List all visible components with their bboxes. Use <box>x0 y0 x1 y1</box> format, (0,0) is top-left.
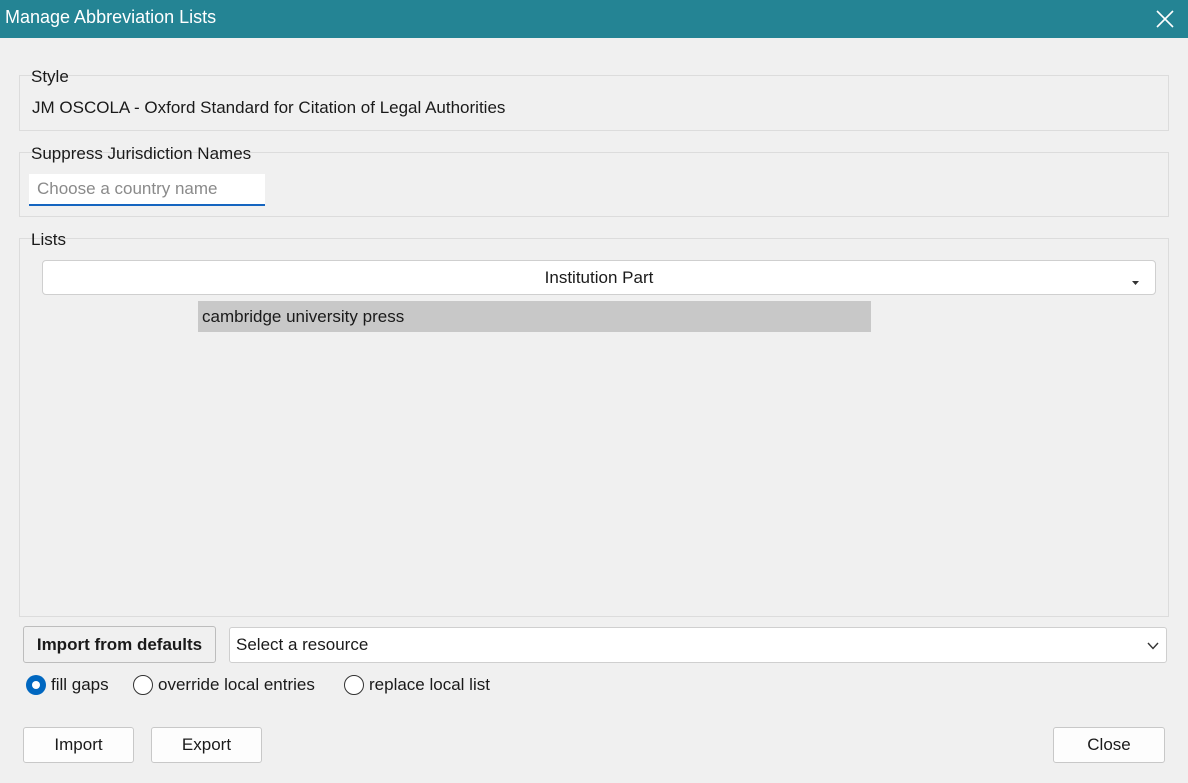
style-name: JM OSCOLA - Oxford Standard for Citation… <box>32 98 506 117</box>
radio-label: replace local list <box>369 675 490 694</box>
import-from-defaults-button[interactable]: Import from defaults <box>23 626 216 663</box>
radio-unchecked-icon <box>344 675 364 695</box>
list-type-value: Institution Part <box>544 267 654 287</box>
radio-label: override local entries <box>158 675 315 694</box>
dropdown-caret-icon <box>1131 271 1140 291</box>
chevron-down-icon <box>1146 638 1160 658</box>
radio-unchecked-icon <box>133 675 153 695</box>
jurisdiction-group-label: Suppress Jurisdiction Names <box>31 144 252 163</box>
radio-override-local-entries[interactable]: override local entries <box>133 674 315 696</box>
radio-label: fill gaps <box>51 675 109 694</box>
lists-group-label: Lists <box>31 230 66 249</box>
radio-checked-icon <box>26 675 46 695</box>
radio-fill-gaps[interactable]: fill gaps <box>26 674 109 696</box>
list-entry[interactable]: cambridge university press <box>198 301 871 332</box>
title-bar: Manage Abbreviation Lists <box>0 0 1188 38</box>
resource-select[interactable]: Select a resource <box>229 627 1167 663</box>
radio-replace-local-list[interactable]: replace local list <box>344 674 490 696</box>
style-group-label: Style <box>31 67 69 86</box>
list-type-dropdown[interactable]: Institution Part <box>42 260 1156 295</box>
import-button[interactable]: Import <box>23 727 134 763</box>
export-button[interactable]: Export <box>151 727 262 763</box>
close-icon[interactable] <box>1150 4 1180 34</box>
resource-select-value: Select a resource <box>236 635 369 654</box>
window-title: Manage Abbreviation Lists <box>5 7 217 27</box>
country-name-input[interactable] <box>29 174 265 206</box>
close-button[interactable]: Close <box>1053 727 1165 763</box>
